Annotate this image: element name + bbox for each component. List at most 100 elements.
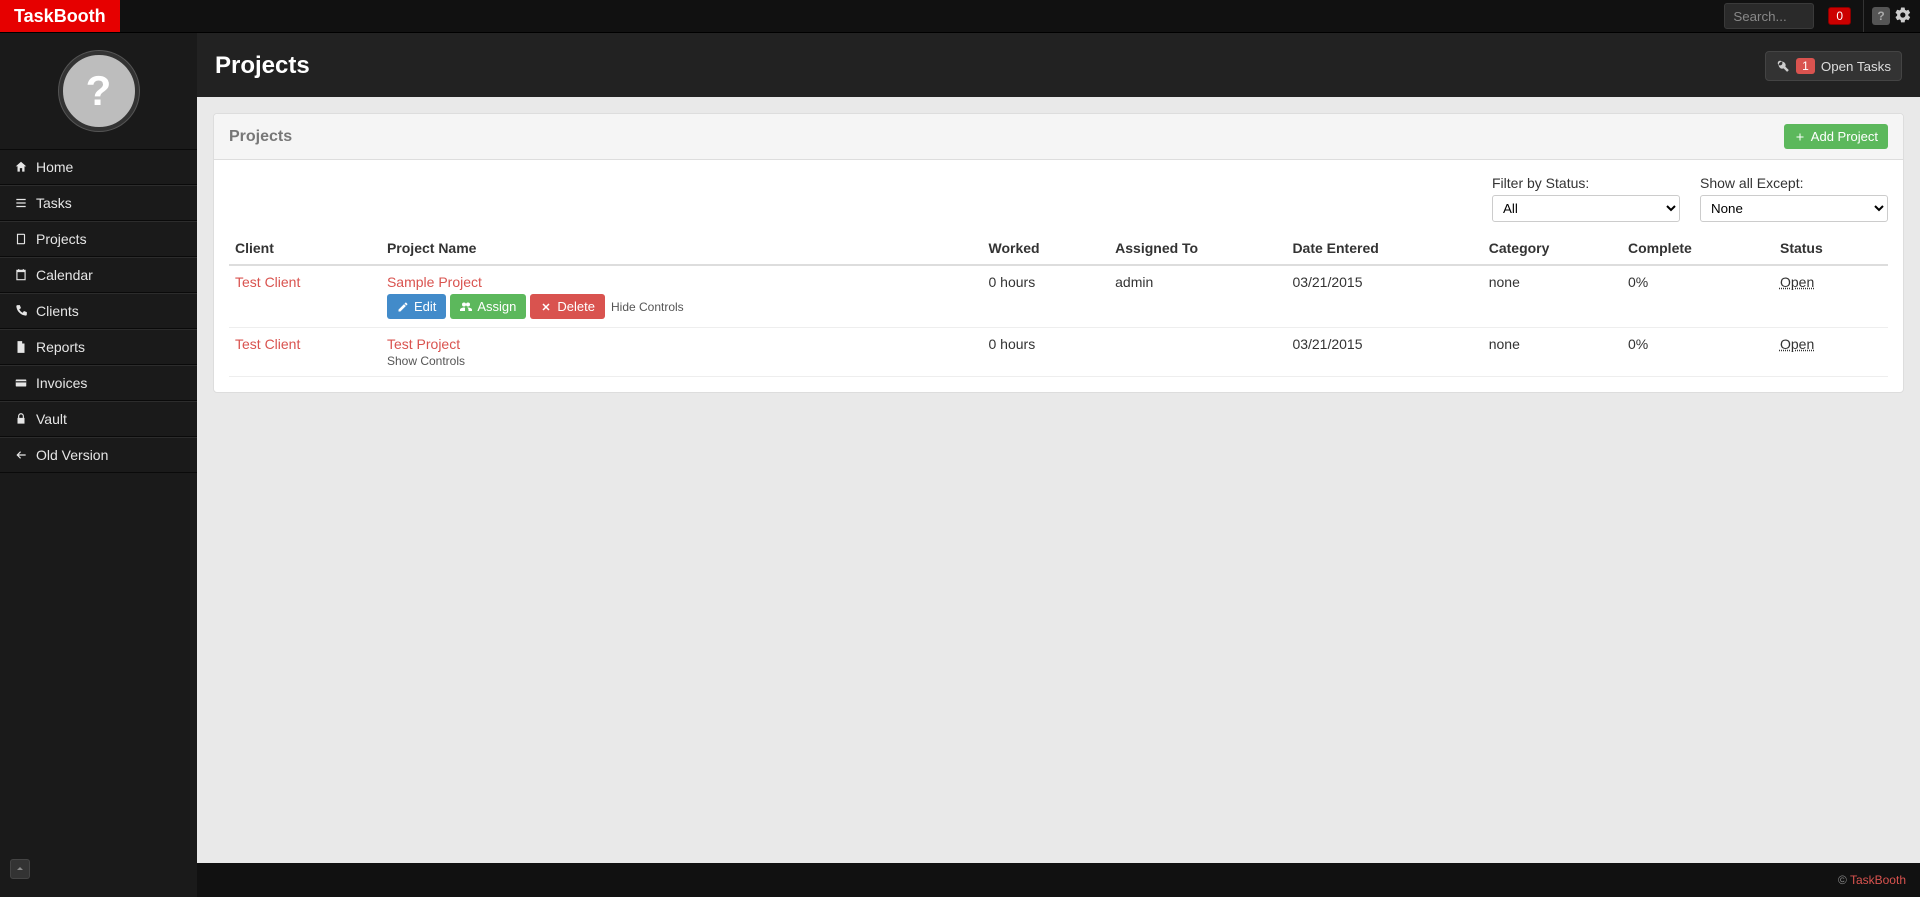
col-assigned: Assigned To [1109, 232, 1286, 265]
sidebar-item-vault[interactable]: Vault [0, 402, 197, 436]
sidebar-item-calendar[interactable]: Calendar [0, 258, 197, 292]
filter-except-label: Show all Except: [1700, 175, 1888, 191]
filter-status-label: Filter by Status: [1492, 175, 1680, 191]
notification-badge[interactable]: 0 [1828, 7, 1851, 25]
complete-cell: 0% [1622, 328, 1774, 377]
projects-panel: Projects Add Project Filter by Status: A… [213, 113, 1904, 393]
card-icon [14, 376, 28, 390]
sidebar-item-clients[interactable]: Clients [0, 294, 197, 328]
date-cell: 03/21/2015 [1286, 328, 1482, 377]
page-header: Projects 1 Open Tasks [197, 33, 1920, 97]
sidebar-item-label: Projects [36, 231, 87, 247]
complete-cell: 0% [1622, 265, 1774, 328]
sidebar-item-label: Home [36, 159, 73, 175]
sidebar-item-label: Old Version [36, 447, 108, 463]
filter-status-select[interactable]: All [1492, 195, 1680, 222]
col-status: Status [1774, 232, 1888, 265]
col-client: Client [229, 232, 381, 265]
arrow-left-icon [14, 448, 28, 462]
sidebar-item-label: Tasks [36, 195, 72, 211]
table-row: Test Client Test Project Show Controls 0… [229, 328, 1888, 377]
open-tasks-count: 1 [1796, 58, 1815, 74]
chevron-up-icon [14, 863, 26, 875]
main: Projects 1 Open Tasks Projects Add Proje… [197, 33, 1920, 897]
sidebar-nav: Home Tasks Projects Calendar Clients Rep… [0, 149, 197, 473]
panel-heading: Projects Add Project [214, 114, 1903, 160]
assigned-cell: admin [1109, 265, 1286, 328]
help-icon[interactable]: ? [1872, 7, 1890, 25]
back-to-top-button[interactable] [10, 859, 30, 879]
close-icon [540, 301, 552, 313]
footer-copyright: © [1838, 873, 1847, 887]
projects-table: Client Project Name Worked Assigned To D… [229, 232, 1888, 377]
avatar[interactable]: ? [59, 51, 139, 131]
calendar-icon [14, 268, 28, 282]
col-complete: Complete [1622, 232, 1774, 265]
open-tasks-button[interactable]: 1 Open Tasks [1765, 51, 1902, 81]
list-icon [14, 196, 28, 210]
app-logo[interactable]: TaskBooth [0, 0, 120, 32]
status-cell[interactable]: Open [1780, 336, 1814, 352]
page-title: Projects [215, 52, 310, 80]
topbar-icons: ? [1863, 0, 1920, 32]
edit-button[interactable]: Edit [387, 294, 446, 319]
hide-controls-link[interactable]: Hide Controls [611, 300, 684, 314]
filter-except-group: Show all Except: None [1700, 175, 1888, 222]
worked-cell: 0 hours [983, 265, 1110, 328]
plus-icon [1794, 131, 1806, 143]
avatar-container: ? [0, 33, 197, 149]
date-cell: 03/21/2015 [1286, 265, 1482, 328]
table-row: Test Client Sample Project Edit [229, 265, 1888, 328]
category-cell: none [1483, 328, 1622, 377]
row-controls: Edit Assign Delete [387, 294, 977, 319]
show-controls-link[interactable]: Show Controls [387, 354, 465, 368]
sidebar-item-reports[interactable]: Reports [0, 330, 197, 364]
sidebar-item-label: Vault [36, 411, 67, 427]
sidebar-item-home[interactable]: Home [0, 150, 197, 184]
delete-button[interactable]: Delete [530, 294, 605, 319]
status-cell[interactable]: Open [1780, 274, 1814, 290]
col-category: Category [1483, 232, 1622, 265]
content-area: Projects Add Project Filter by Status: A… [197, 97, 1920, 863]
project-link[interactable]: Sample Project [387, 274, 482, 290]
col-worked: Worked [983, 232, 1110, 265]
sidebar-item-tasks[interactable]: Tasks [0, 186, 197, 220]
filter-status-group: Filter by Status: All [1492, 175, 1680, 222]
sidebar-item-label: Invoices [36, 375, 87, 391]
sidebar-item-projects[interactable]: Projects [0, 222, 197, 256]
sidebar-item-label: Calendar [36, 267, 93, 283]
col-date: Date Entered [1286, 232, 1482, 265]
worked-cell: 0 hours [983, 328, 1110, 377]
users-icon [460, 301, 472, 313]
wrench-icon [1776, 59, 1790, 73]
footer: © TaskBooth [197, 863, 1920, 897]
phone-icon [14, 304, 28, 318]
sidebar-item-invoices[interactable]: Invoices [0, 366, 197, 400]
add-project-label: Add Project [1811, 129, 1878, 144]
filter-except-select[interactable]: None [1700, 195, 1888, 222]
home-icon [14, 160, 28, 174]
search-input[interactable] [1724, 3, 1814, 29]
sidebar-item-old-version[interactable]: Old Version [0, 438, 197, 472]
assigned-cell [1109, 328, 1286, 377]
footer-brand-link[interactable]: TaskBooth [1850, 873, 1906, 887]
lock-icon [14, 412, 28, 426]
category-cell: none [1483, 265, 1622, 328]
sidebar: ? Home Tasks Projects Calendar Clients R… [0, 33, 197, 897]
open-tasks-label: Open Tasks [1821, 59, 1891, 74]
settings-icon[interactable] [1894, 6, 1912, 27]
col-project: Project Name [381, 232, 983, 265]
file-icon [14, 340, 28, 354]
client-link[interactable]: Test Client [235, 274, 300, 290]
panel-body: Filter by Status: All Show all Except: N… [214, 160, 1903, 392]
topbar: TaskBooth 0 ? [0, 0, 1920, 33]
edit-icon [397, 301, 409, 313]
add-project-button[interactable]: Add Project [1784, 124, 1888, 149]
project-link[interactable]: Test Project [387, 336, 460, 352]
sidebar-item-label: Reports [36, 339, 85, 355]
assign-button[interactable]: Assign [450, 294, 526, 319]
client-link[interactable]: Test Client [235, 336, 300, 352]
panel-title: Projects [229, 128, 292, 146]
sidebar-item-label: Clients [36, 303, 79, 319]
filters: Filter by Status: All Show all Except: N… [229, 175, 1888, 222]
